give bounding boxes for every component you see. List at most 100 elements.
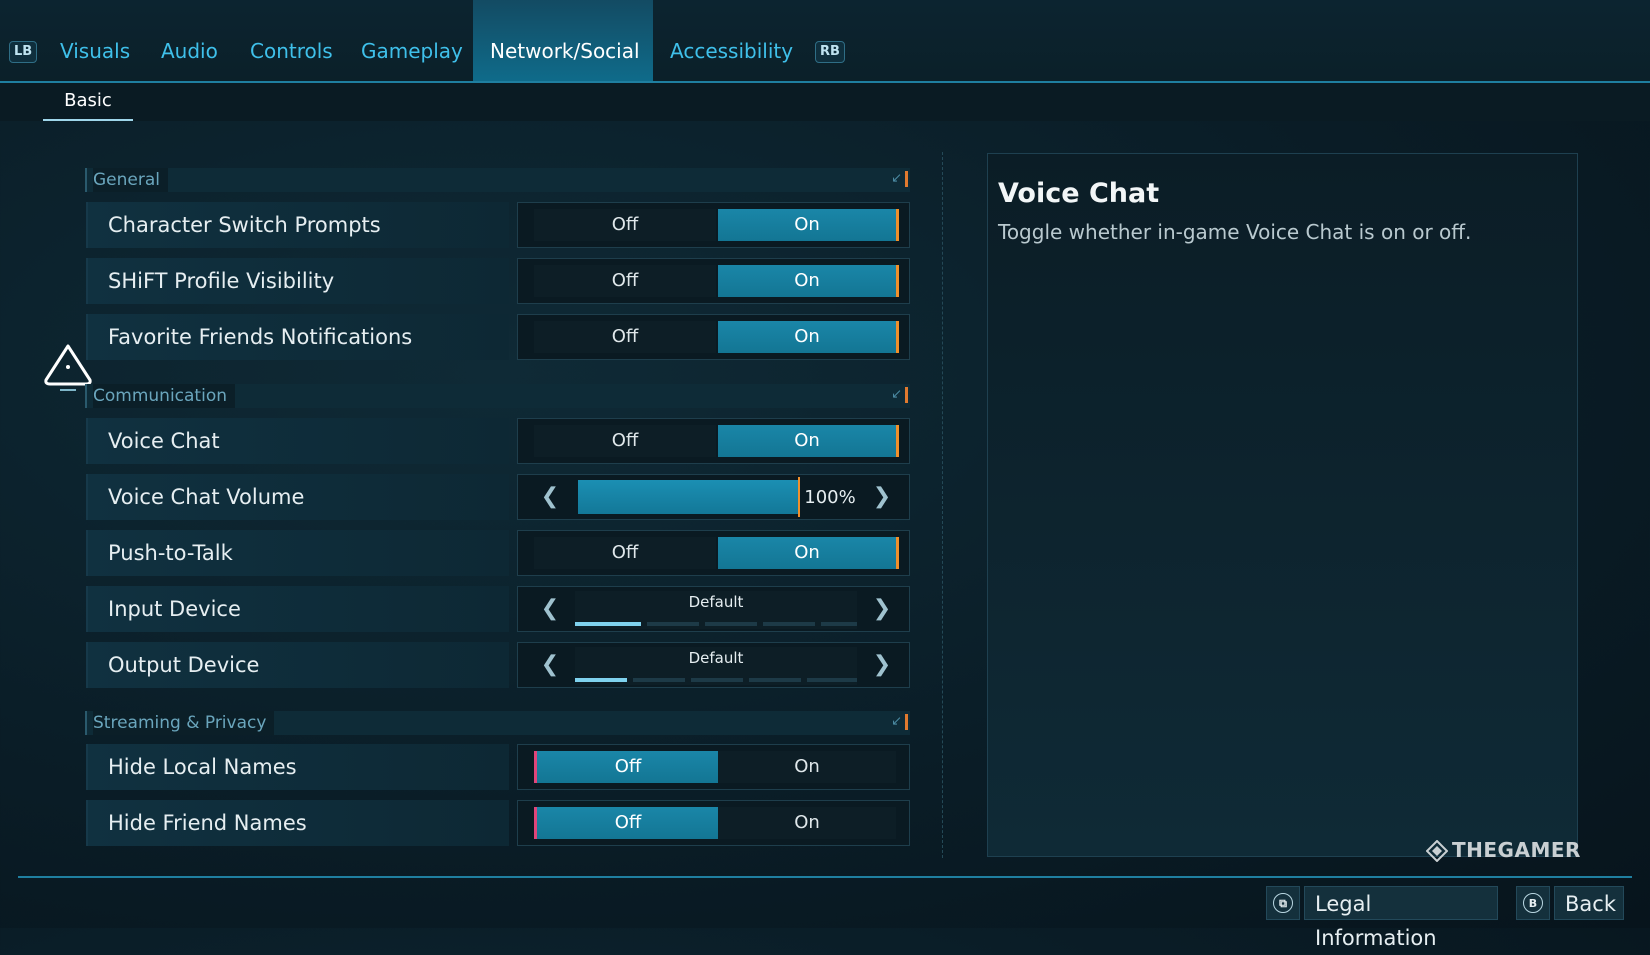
watermark-logo: THEGAMER: [1426, 834, 1581, 866]
option-indicator: [807, 678, 857, 682]
setting-label: Output Device: [108, 653, 260, 677]
setting-row-character-switch[interactable]: Character Switch Prompts Off On: [86, 202, 910, 248]
setting-row-hide-friend-names[interactable]: Hide Friend Names Off On: [86, 800, 910, 846]
slider-fill: [578, 480, 798, 514]
view-button-icon: ⧉: [1273, 893, 1293, 913]
setting-row-push-to-talk[interactable]: Push-to-Talk Off On: [86, 530, 910, 576]
toggle-control[interactable]: Off On: [517, 418, 910, 464]
thegamer-logo-icon: [1426, 840, 1448, 862]
setting-label: Character Switch Prompts: [108, 213, 381, 237]
tab-accessibility[interactable]: Accessibility: [653, 0, 806, 81]
section-communication: Communication ↙: [85, 384, 910, 408]
chevron-left-icon[interactable]: ❮: [530, 587, 570, 633]
collapse-icon[interactable]: ↙: [888, 387, 908, 403]
toggle-on-option[interactable]: On: [718, 265, 899, 297]
subtab-basic[interactable]: Basic: [43, 83, 133, 121]
toggle-off-option[interactable]: Off: [534, 321, 716, 353]
b-button-hint[interactable]: B: [1516, 886, 1550, 920]
toggle-on-option[interactable]: On: [718, 425, 899, 457]
option-indicator: [647, 622, 699, 626]
setting-row-output-device[interactable]: Output Device ❮ Default ❯: [86, 642, 910, 688]
toggle-control[interactable]: Off On: [517, 202, 910, 248]
setting-label-box: Voice Chat Volume: [86, 474, 509, 520]
tab-controls[interactable]: Controls: [233, 0, 344, 81]
rb-bumper-hint[interactable]: RB: [815, 41, 845, 63]
chevron-right-icon[interactable]: ❯: [862, 643, 902, 689]
setting-label-box: Hide Local Names: [86, 744, 509, 790]
toggle-control[interactable]: Off On: [517, 800, 910, 846]
setting-label: Voice Chat Volume: [108, 485, 305, 509]
chevron-right-icon[interactable]: ❯: [862, 475, 902, 521]
toggle-on-option[interactable]: On: [718, 537, 899, 569]
back-button[interactable]: Back: [1554, 886, 1624, 920]
selector-box[interactable]: Default: [575, 591, 857, 629]
setting-label: SHiFT Profile Visibility: [108, 269, 335, 293]
tab-gameplay[interactable]: Gameplay: [344, 0, 473, 81]
setting-label: Hide Friend Names: [108, 811, 307, 835]
toggle-on-option[interactable]: On: [718, 321, 899, 353]
setting-row-input-device[interactable]: Input Device ❮ Default ❯: [86, 586, 910, 632]
footer-divider: [18, 876, 1632, 878]
toggle-on-option[interactable]: On: [718, 751, 896, 783]
collapse-icon[interactable]: ↙: [888, 171, 908, 187]
setting-label: Hide Local Names: [108, 755, 297, 779]
setting-row-favorite-friends[interactable]: Favorite Friends Notifications Off On: [86, 314, 910, 360]
legal-information-button[interactable]: Legal Information: [1304, 886, 1498, 950]
tab-visuals[interactable]: Visuals: [43, 0, 144, 81]
option-indicator: [575, 678, 627, 682]
option-indicator: [749, 678, 801, 682]
slider-value: 100%: [804, 487, 856, 508]
chevron-left-icon[interactable]: ❮: [530, 475, 570, 521]
option-indicator: [705, 622, 757, 626]
setting-row-hide-local-names[interactable]: Hide Local Names Off On: [86, 744, 910, 790]
setting-label: Input Device: [108, 597, 241, 621]
selector-control[interactable]: ❮ Default ❯: [517, 586, 910, 632]
slider-control[interactable]: ❮ 100% ❯: [517, 474, 910, 520]
description-title: Voice Chat: [998, 178, 1160, 209]
tab-network-social[interactable]: Network/Social: [473, 0, 653, 81]
setting-label-box: Output Device: [86, 642, 509, 688]
setting-label: Voice Chat: [108, 429, 220, 453]
tab-audio[interactable]: Audio: [144, 0, 233, 81]
toggle-control[interactable]: Off On: [517, 744, 910, 790]
description-panel: Voice Chat Toggle whether in-game Voice …: [987, 153, 1578, 857]
selector-control[interactable]: ❮ Default ❯: [517, 642, 910, 688]
lb-bumper-hint[interactable]: LB: [9, 41, 38, 63]
toggle-off-option[interactable]: Off: [534, 425, 716, 457]
option-indicator: [633, 678, 685, 682]
setting-label-box: Voice Chat: [86, 418, 509, 464]
setting-label-box: Favorite Friends Notifications: [86, 314, 509, 360]
section-streaming-privacy: Streaming & Privacy ↙: [85, 711, 910, 735]
toggle-off-option[interactable]: Off: [534, 751, 719, 783]
collapse-icon[interactable]: ↙: [888, 714, 908, 730]
toggle-control[interactable]: Off On: [517, 258, 910, 304]
setting-label-box: Character Switch Prompts: [86, 202, 509, 248]
section-general: General ↙: [85, 168, 910, 192]
toggle-control[interactable]: Off On: [517, 314, 910, 360]
b-button-icon: B: [1523, 893, 1543, 913]
setting-row-shift-profile[interactable]: SHiFT Profile Visibility Off On: [86, 258, 910, 304]
toggle-off-option[interactable]: Off: [534, 807, 719, 839]
description-text: Toggle whether in-game Voice Chat is on …: [998, 220, 1472, 244]
setting-row-voice-chat[interactable]: Voice Chat Off On: [86, 418, 910, 464]
chevron-left-icon[interactable]: ❮: [530, 643, 570, 689]
option-indicator: [763, 622, 815, 626]
top-tab-bar: LB Visuals Audio Controls Gameplay Netwo…: [0, 0, 1650, 83]
option-indicator: [691, 678, 743, 682]
setting-label-box: Hide Friend Names: [86, 800, 509, 846]
toggle-off-option[interactable]: Off: [534, 537, 716, 569]
selector-value: Default: [688, 593, 744, 611]
selector-box[interactable]: Default: [575, 647, 857, 685]
watermark-text: THEGAMER: [1452, 838, 1581, 862]
chevron-right-icon[interactable]: ❯: [862, 587, 902, 633]
setting-row-voice-chat-volume[interactable]: Voice Chat Volume ❮ 100% ❯: [86, 474, 910, 520]
view-button-hint[interactable]: ⧉: [1266, 886, 1300, 920]
toggle-on-option[interactable]: On: [718, 209, 899, 241]
toggle-control[interactable]: Off On: [517, 530, 910, 576]
section-streaming-privacy-title: Streaming & Privacy: [93, 711, 275, 735]
toggle-off-option[interactable]: Off: [534, 209, 716, 241]
selector-value: Default: [688, 649, 744, 667]
setting-label-box: SHiFT Profile Visibility: [86, 258, 509, 304]
toggle-on-option[interactable]: On: [718, 807, 896, 839]
toggle-off-option[interactable]: Off: [534, 265, 716, 297]
